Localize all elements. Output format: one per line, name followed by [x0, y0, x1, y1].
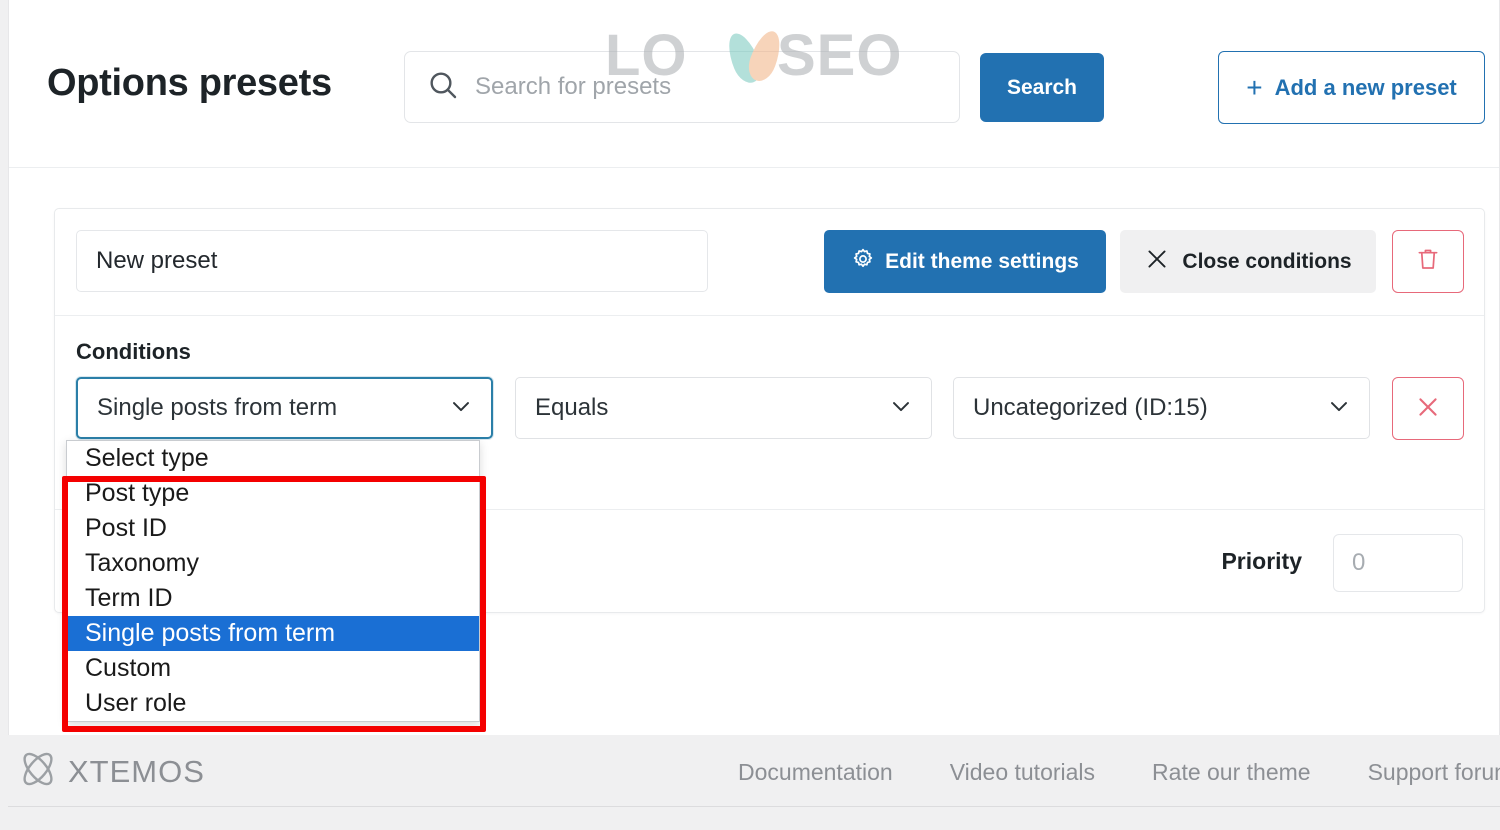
preset-card-header: Edit theme settings Close conditions [55, 209, 1484, 316]
dropdown-option[interactable]: Single posts from term [67, 616, 479, 651]
edit-theme-settings-label: Edit theme settings [885, 249, 1079, 273]
xtemos-brand: XTEMOS [16, 747, 205, 796]
chevron-down-icon [447, 392, 475, 425]
dropdown-option[interactable]: User role [67, 686, 479, 721]
edit-theme-settings-button[interactable]: Edit theme settings [824, 230, 1106, 293]
close-conditions-button[interactable]: Close conditions [1120, 230, 1376, 293]
add-new-preset-label: Add a new preset [1274, 74, 1457, 100]
footer-link-support-forum[interactable]: Support forum [1368, 759, 1500, 786]
remove-condition-button[interactable] [1392, 377, 1464, 440]
dropdown-option[interactable]: Term ID [67, 581, 479, 616]
priority-input[interactable] [1333, 534, 1463, 592]
condition-operator-select[interactable]: Equals [515, 377, 932, 439]
footer-link-documentation[interactable]: Documentation [738, 759, 893, 786]
page-header: Options presets Search + Add a new prese… [9, 0, 1499, 168]
preset-name-input[interactable] [76, 230, 708, 292]
condition-type-value: Single posts from term [97, 394, 338, 421]
dropdown-option[interactable]: Post type [67, 476, 479, 511]
condition-target-value: Uncategorized (ID:15) [973, 394, 1208, 421]
condition-operator-value: Equals [535, 394, 609, 421]
page-footer: XTEMOS Documentation Video tutorials Rate … [0, 735, 1500, 830]
search-icon [427, 69, 459, 106]
xtemos-logo-icon [16, 747, 60, 796]
search-input[interactable] [475, 73, 937, 101]
conditions-label: Conditions [76, 339, 191, 364]
search-button[interactable]: Search [980, 53, 1104, 122]
dropdown-option[interactable]: Custom [67, 651, 479, 686]
condition-type-dropdown-list[interactable]: Select type Post type Post ID Taxonomy Term … [66, 440, 480, 722]
plus-icon: + [1246, 71, 1263, 103]
footer-inner: XTEMOS Documentation Video tutorials Rate … [8, 735, 1500, 807]
trash-icon [1415, 246, 1441, 277]
close-conditions-label: Close conditions [1182, 249, 1352, 273]
footer-link-rate-our-theme[interactable]: Rate our theme [1152, 759, 1311, 786]
condition-type-select[interactable]: Single posts from term [76, 377, 493, 439]
close-x-icon [1144, 246, 1170, 278]
priority-label: Priority [1221, 548, 1302, 574]
footer-link-video-tutorials[interactable]: Video tutorials [950, 759, 1095, 786]
footer-links: Documentation Video tutorials Rate our the… [738, 759, 1500, 786]
close-x-icon [1414, 393, 1442, 424]
chevron-down-icon [1325, 392, 1353, 425]
dropdown-option[interactable]: Taxonomy [67, 546, 479, 581]
app-screen: Options presets Search + Add a new prese… [0, 0, 1500, 830]
search-field-wrapper[interactable] [404, 51, 960, 123]
dropdown-option[interactable]: Select type [67, 441, 479, 476]
add-new-preset-button[interactable]: + Add a new preset [1218, 51, 1485, 124]
page-title: Options presets [47, 62, 332, 104]
xtemos-brand-label: XTEMOS [68, 753, 205, 789]
dropdown-option[interactable]: Post ID [67, 511, 479, 546]
chevron-down-icon [887, 392, 915, 425]
condition-target-select[interactable]: Uncategorized (ID:15) [953, 377, 1370, 439]
delete-preset-button[interactable] [1392, 230, 1464, 293]
gear-icon [851, 247, 875, 277]
